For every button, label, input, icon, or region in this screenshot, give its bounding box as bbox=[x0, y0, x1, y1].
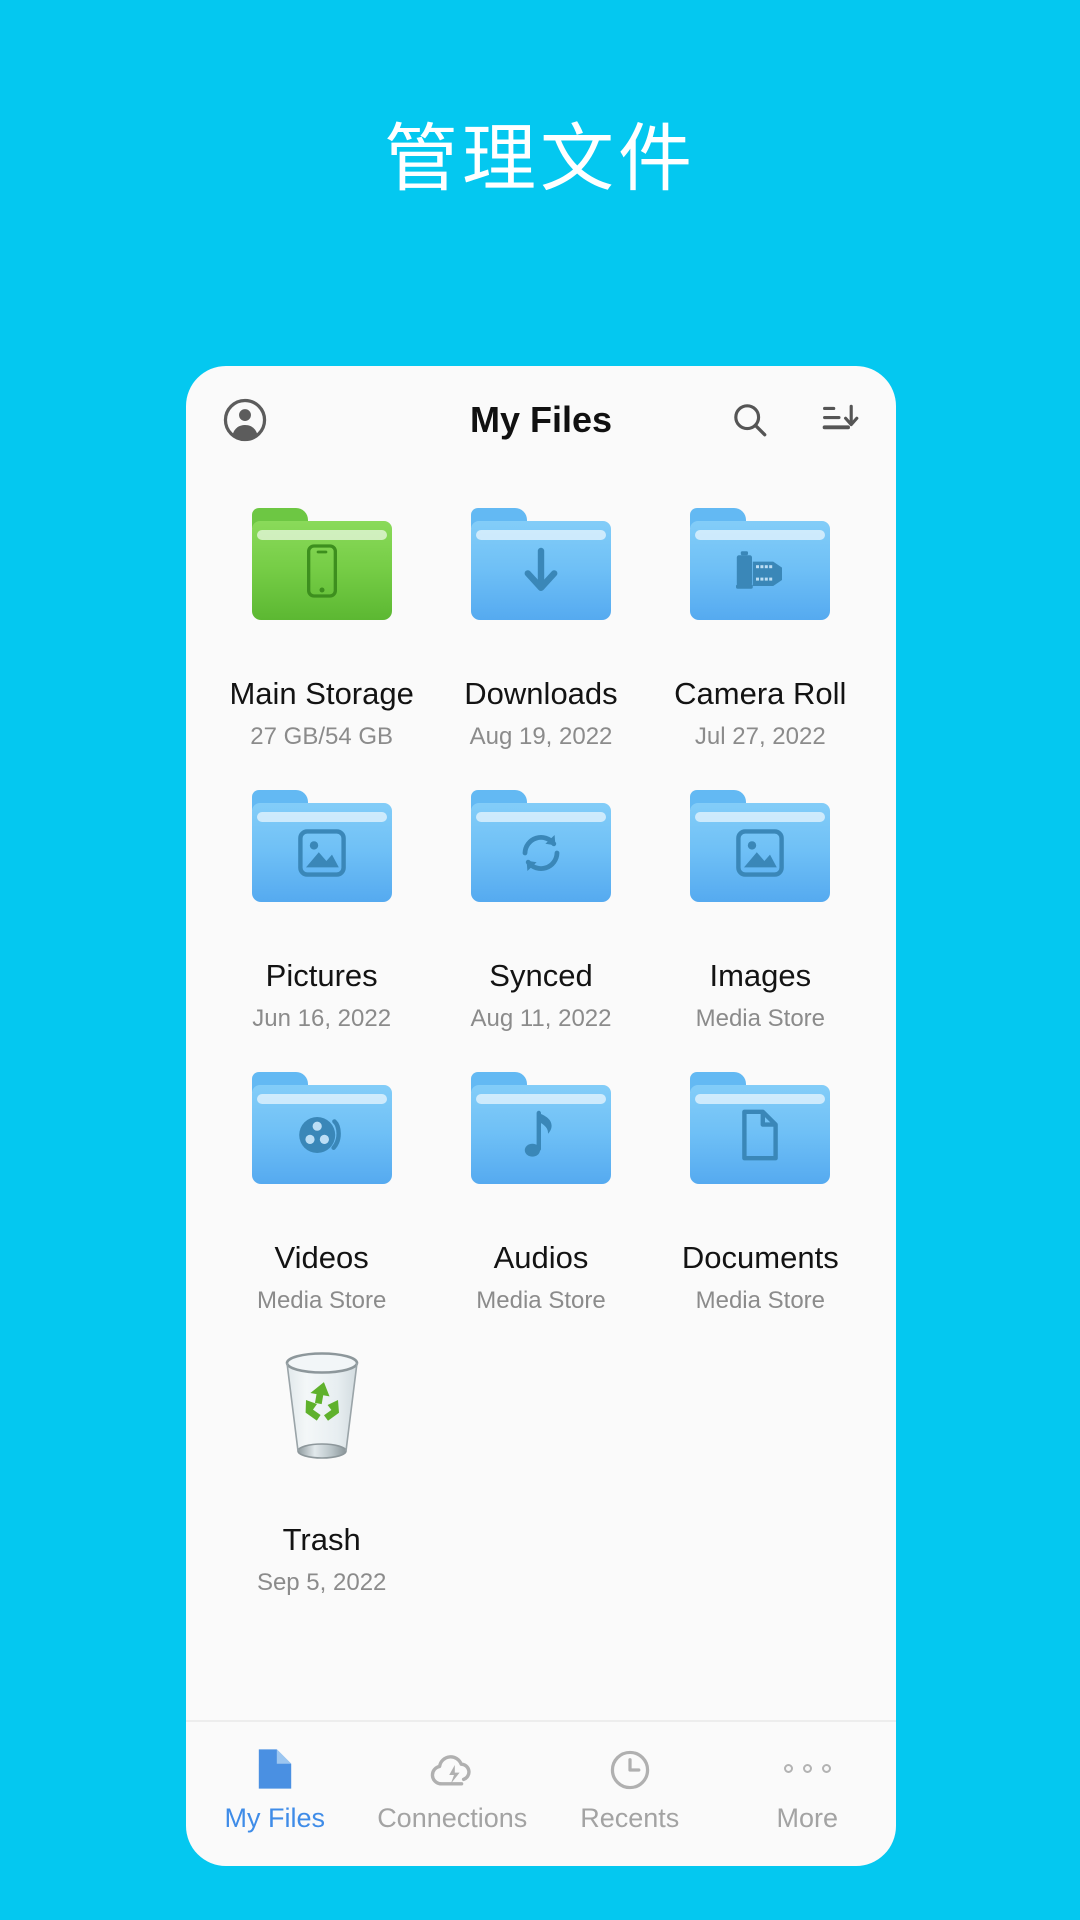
item-name: Audios bbox=[493, 1240, 589, 1275]
item-name: Videos bbox=[274, 1240, 369, 1275]
nav-item-more[interactable]: More bbox=[719, 1747, 897, 1834]
file-grid-item[interactable]: Trash Sep 5, 2022 bbox=[212, 1344, 431, 1626]
item-subtitle: 27 GB/54 GB bbox=[250, 722, 394, 750]
folder-phone-icon bbox=[251, 508, 392, 620]
file-grid-item[interactable]: Pictures Jun 16, 2022 bbox=[212, 780, 431, 1062]
clock-icon bbox=[609, 1747, 651, 1791]
search-icon[interactable] bbox=[728, 398, 772, 442]
folder-film-reel-icon bbox=[251, 1072, 392, 1184]
nav-label: Recents bbox=[580, 1802, 680, 1833]
item-subtitle: Jul 27, 2022 bbox=[694, 722, 826, 750]
nav-label: My Files bbox=[224, 1802, 326, 1833]
promo-title: 管理文件 bbox=[384, 117, 696, 200]
item-name: Downloads bbox=[464, 676, 618, 711]
item-name: Synced bbox=[489, 958, 593, 993]
nav-item-recents[interactable]: Recents bbox=[541, 1747, 719, 1834]
item-name: Images bbox=[709, 958, 812, 993]
app-header: My Files bbox=[186, 366, 896, 474]
folder-music-note-icon bbox=[470, 1072, 611, 1184]
item-name: Documents bbox=[681, 1240, 839, 1275]
file-grid-item[interactable]: Camera Roll Jul 27, 2022 bbox=[651, 498, 870, 780]
folder-camera-roll-icon bbox=[690, 508, 831, 620]
item-subtitle: Aug 19, 2022 bbox=[469, 722, 613, 750]
trash-recycle-bin-icon bbox=[252, 1352, 392, 1466]
file-grid: Main Storage 27 GB/54 GB Downloads Aug 1… bbox=[186, 474, 896, 1720]
folder-image-icon bbox=[690, 790, 831, 902]
item-name: Camera Roll bbox=[674, 676, 847, 711]
item-subtitle: Sep 5, 2022 bbox=[256, 1568, 387, 1596]
bottom-navigation: My Files Connections Recents More bbox=[186, 1720, 896, 1866]
item-subtitle: Media Store bbox=[695, 1004, 826, 1032]
account-circle-icon[interactable] bbox=[220, 395, 270, 445]
folder-download-icon bbox=[470, 508, 611, 620]
file-grid-item[interactable]: Documents Media Store bbox=[651, 1062, 870, 1344]
header-actions bbox=[728, 398, 862, 442]
item-name: Pictures bbox=[265, 958, 378, 993]
file-grid-item[interactable]: Synced Aug 11, 2022 bbox=[431, 780, 650, 1062]
file-grid-item[interactable]: Downloads Aug 19, 2022 bbox=[431, 498, 650, 780]
item-subtitle: Media Store bbox=[256, 1286, 387, 1314]
more-dots-icon bbox=[783, 1747, 831, 1791]
item-subtitle: Media Store bbox=[695, 1286, 826, 1314]
cloud-bolt-icon bbox=[428, 1747, 476, 1791]
item-name: Trash bbox=[282, 1522, 361, 1557]
folder-image-icon bbox=[251, 790, 392, 902]
sort-descending-icon[interactable] bbox=[818, 398, 862, 442]
file-grid-item[interactable]: Main Storage 27 GB/54 GB bbox=[212, 498, 431, 780]
nav-label: Connections bbox=[377, 1802, 528, 1833]
file-grid-item[interactable]: Audios Media Store bbox=[431, 1062, 650, 1344]
nav-item-my-files[interactable]: My Files bbox=[186, 1747, 364, 1834]
file-grid-item[interactable]: Images Media Store bbox=[651, 780, 870, 1062]
item-subtitle: Media Store bbox=[476, 1286, 606, 1314]
nav-label: More bbox=[776, 1802, 838, 1833]
file-grid-item[interactable]: Videos Media Store bbox=[212, 1062, 431, 1344]
item-subtitle: Aug 11, 2022 bbox=[470, 1004, 612, 1032]
nav-item-connections[interactable]: Connections bbox=[364, 1747, 542, 1834]
item-subtitle: Jun 16, 2022 bbox=[252, 1004, 392, 1032]
file-icon bbox=[256, 1747, 294, 1791]
folder-sync-icon bbox=[470, 790, 611, 902]
folder-document-icon bbox=[690, 1072, 831, 1184]
item-name: Main Storage bbox=[229, 676, 414, 711]
phone-card: My Files Main Storage 27 GB/54 GB Downlo… bbox=[186, 366, 896, 1866]
